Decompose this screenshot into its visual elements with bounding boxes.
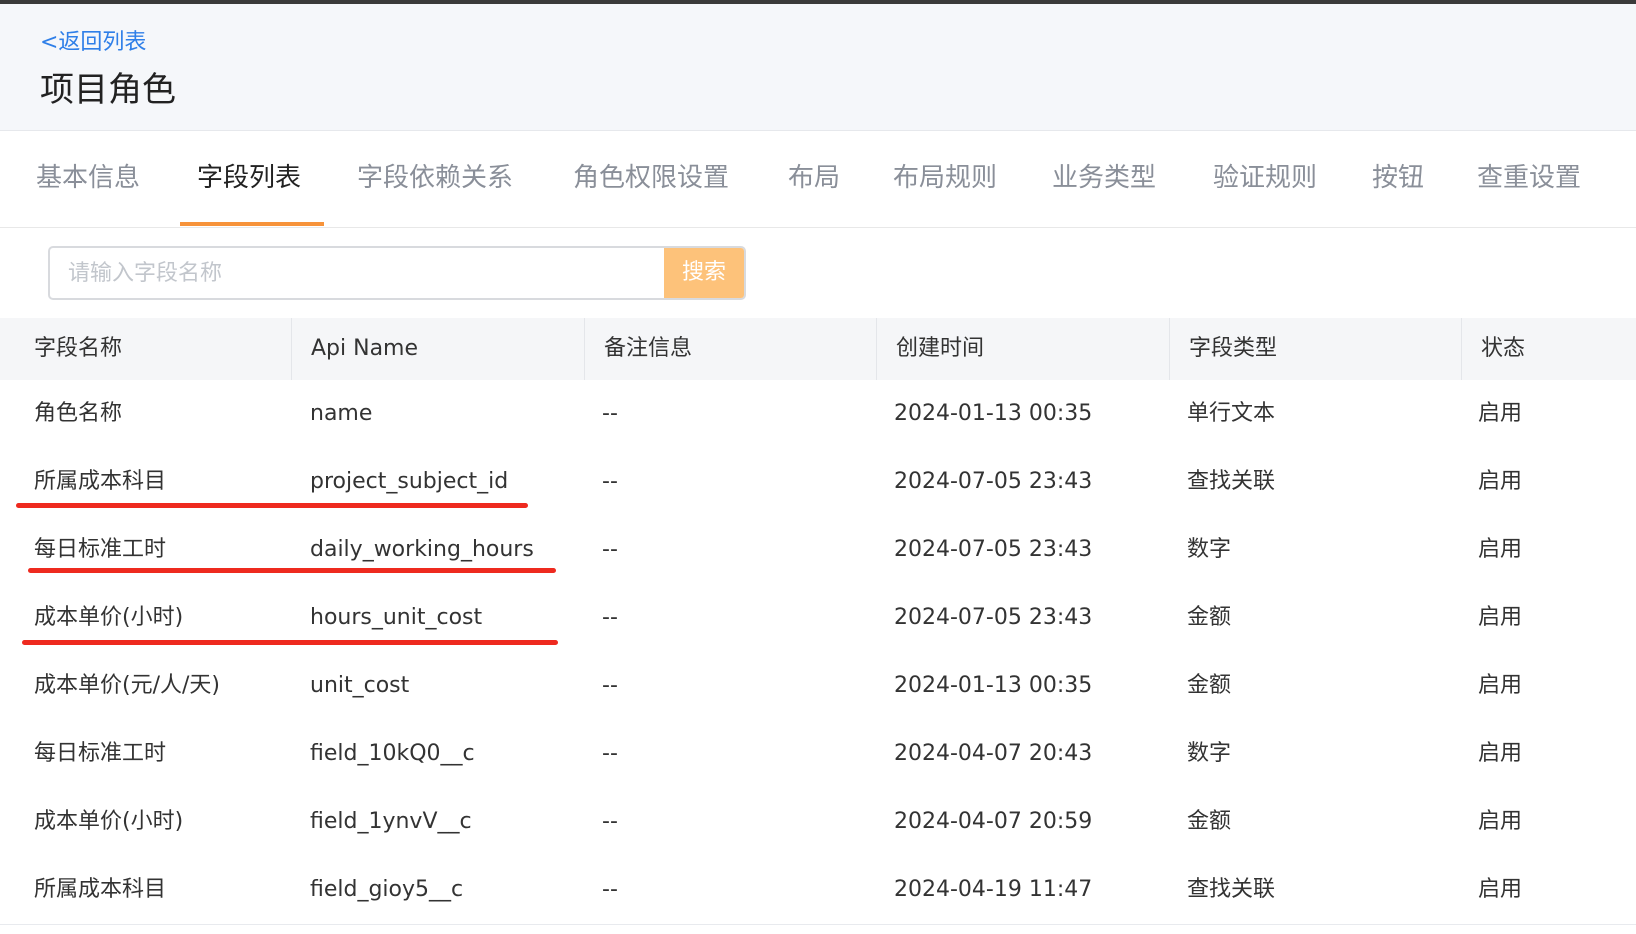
tab-role-permission[interactable]: 角色权限设置 [573,157,729,194]
tab-business-type[interactable]: 业务类型 [1052,157,1156,194]
cell-note: -- [602,877,618,902]
active-tab-indicator [180,222,324,226]
table-row[interactable]: 成本单价(元/人/天) unit_cost -- 2024-01-13 00:3… [0,652,1636,721]
tab-field-list[interactable]: 字段列表 [197,157,301,194]
cell-field-type: 金额 [1187,605,1232,630]
cell-field-type: 数字 [1187,741,1232,766]
column-header-note: 备注信息 [584,318,876,380]
table-row[interactable]: 角色名称 name -- 2024-01-13 00:35 单行文本 启用 [0,380,1636,449]
tab-field-dependency[interactable]: 字段依赖关系 [357,157,513,194]
cell-status: 启用 [1478,673,1523,698]
cell-api-name: name [310,401,373,426]
cell-status: 启用 [1478,877,1523,902]
cell-created-time: 2024-04-07 20:43 [894,741,1093,766]
cell-field-type: 查找关联 [1187,469,1276,494]
cell-api-name: unit_cost [310,673,410,698]
cell-api-name: field_10kQ0__c [310,741,475,766]
cell-field-name: 成本单价(小时) [34,809,184,834]
cell-note: -- [602,537,618,562]
cell-status: 启用 [1478,741,1523,766]
cell-note: -- [602,809,618,834]
cell-created-time: 2024-01-13 00:35 [894,673,1093,698]
cell-field-type: 单行文本 [1187,401,1276,426]
page-title: 项目角色 [40,70,176,110]
table-row[interactable]: 成本单价(小时) field_1ynvV__c -- 2024-04-07 20… [0,788,1636,857]
cell-note: -- [602,469,618,494]
column-header-api-name: Api Name [291,318,584,380]
cell-api-name: daily_working_hours [310,537,534,562]
tab-basic-info[interactable]: 基本信息 [36,157,140,194]
highlight-underline [22,640,558,645]
column-header-created-time: 创建时间 [876,318,1169,380]
table-header: 字段名称 Api Name 备注信息 创建时间 字段类型 状态 [0,318,1636,381]
cell-field-name: 每日标准工时 [34,537,167,562]
cell-field-name: 角色名称 [34,401,123,426]
tab-validation-rules[interactable]: 验证规则 [1213,157,1317,194]
column-header-status: 状态 [1461,318,1636,380]
cell-created-time: 2024-04-19 11:47 [894,877,1093,902]
cell-status: 启用 [1478,537,1523,562]
cell-created-time: 2024-01-13 00:35 [894,401,1093,426]
search-input[interactable] [50,248,666,298]
cell-created-time: 2024-07-05 23:43 [894,469,1093,494]
cell-status: 启用 [1478,469,1523,494]
table-row[interactable]: 所属成本科目 field_gioy5__c -- 2024-04-19 11:4… [0,856,1636,925]
search-box: 搜索 [48,246,746,300]
cell-note: -- [602,741,618,766]
cell-note: -- [602,605,618,630]
table-row[interactable]: 每日标准工时 field_10kQ0__c -- 2024-04-07 20:4… [0,720,1636,789]
cell-field-type: 金额 [1187,809,1232,834]
cell-created-time: 2024-04-07 20:59 [894,809,1093,834]
tab-bar: 基本信息 字段列表 字段依赖关系 角色权限设置 布局 布局规则 业务类型 验证规… [0,131,1636,228]
cell-status: 启用 [1478,809,1523,834]
cell-created-time: 2024-07-05 23:43 [894,537,1093,562]
cell-field-name: 成本单价(元/人/天) [34,673,220,698]
table-row[interactable]: 每日标准工时 daily_working_hours -- 2024-07-05… [0,516,1636,585]
column-header-field-type: 字段类型 [1169,318,1461,380]
cell-note: -- [602,401,618,426]
cell-status: 启用 [1478,605,1523,630]
table-row[interactable]: 成本单价(小时) hours_unit_cost -- 2024-07-05 2… [0,584,1636,653]
table-row[interactable]: 所属成本科目 project_subject_id -- 2024-07-05 … [0,448,1636,517]
highlight-underline [16,503,528,508]
cell-field-name: 每日标准工时 [34,741,167,766]
tab-layout-rules[interactable]: 布局规则 [893,157,997,194]
cell-status: 启用 [1478,401,1523,426]
cell-api-name: field_1ynvV__c [310,809,472,834]
back-to-list-link[interactable]: <返回列表 [40,24,146,56]
cell-api-name: field_gioy5__c [310,877,464,902]
tab-buttons[interactable]: 按钮 [1372,157,1424,194]
page-header: <返回列表 项目角色 [0,4,1636,131]
cell-field-type: 查找关联 [1187,877,1276,902]
search-button[interactable]: 搜索 [664,248,744,298]
highlight-underline [28,568,556,573]
tab-duplicate-check[interactable]: 查重设置 [1477,157,1581,194]
cell-created-time: 2024-07-05 23:43 [894,605,1093,630]
column-header-field-name: 字段名称 [34,336,123,361]
cell-field-type: 数字 [1187,537,1232,562]
cell-field-name: 所属成本科目 [34,877,167,902]
tab-layout[interactable]: 布局 [788,157,840,194]
cell-field-type: 金额 [1187,673,1232,698]
cell-note: -- [602,673,618,698]
